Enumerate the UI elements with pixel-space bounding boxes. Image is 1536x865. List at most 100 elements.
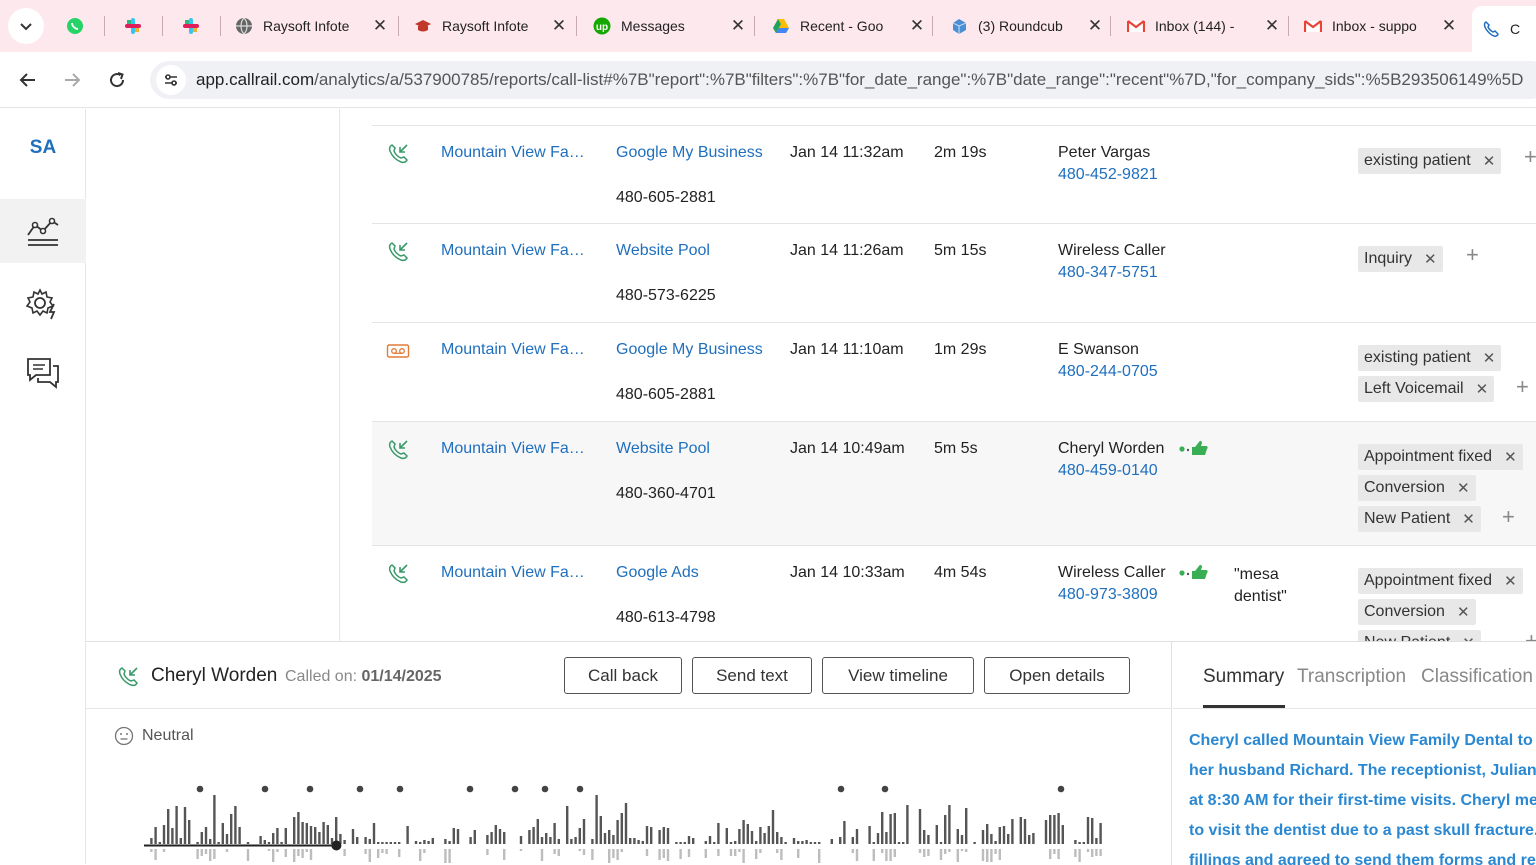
add-tag-button[interactable]: + bbox=[1502, 504, 1515, 530]
caller-phone-link[interactable]: 480-973-3809 bbox=[1058, 586, 1158, 604]
browser-tab[interactable]: Raysoft Infote ✕ bbox=[404, 8, 576, 44]
browser-tab[interactable]: up Messages ✕ bbox=[583, 8, 755, 44]
waveform-bar bbox=[150, 849, 153, 852]
waveform-bar bbox=[213, 849, 216, 859]
remove-tag-icon[interactable]: ✕ bbox=[1424, 250, 1437, 268]
address-bar[interactable]: app.callrail.com/analytics/a/537900785/r… bbox=[150, 61, 1536, 99]
speaker-marker bbox=[1057, 785, 1065, 793]
audio-waveform[interactable] bbox=[144, 782, 1114, 865]
waveform-bar bbox=[687, 849, 691, 857]
company-link[interactable]: Mountain View Fa… bbox=[441, 564, 591, 582]
remove-tag-icon[interactable]: ✕ bbox=[1462, 634, 1475, 641]
browser-tab[interactable] bbox=[54, 8, 96, 44]
add-tag-button[interactable]: + bbox=[1524, 144, 1536, 170]
add-tag-button[interactable]: + bbox=[1466, 242, 1479, 268]
reload-button[interactable] bbox=[103, 66, 131, 94]
call-date: Jan 14 11:26am bbox=[790, 242, 904, 259]
browser-tab[interactable]: Call bbox=[1472, 6, 1536, 52]
table-row[interactable]: Mountain View Fa… Google Ads 480-613-4798 J… bbox=[372, 545, 1536, 641]
remove-tag-icon[interactable]: ✕ bbox=[1457, 479, 1470, 497]
tab-separator bbox=[1288, 16, 1289, 36]
close-tab-icon[interactable]: ✕ bbox=[908, 16, 926, 35]
remove-tag-icon[interactable]: ✕ bbox=[1504, 572, 1517, 590]
open-details-button[interactable]: Open details bbox=[984, 657, 1130, 694]
tab-title: Inbox - suppo bbox=[1332, 18, 1417, 34]
table-row[interactable]: Mountain View Fa… Website Pool 480-360-470… bbox=[372, 421, 1536, 545]
tab-transcription[interactable]: Transcription bbox=[1297, 666, 1406, 688]
user-initials[interactable]: SA bbox=[0, 137, 86, 159]
playhead-handle[interactable] bbox=[331, 840, 342, 851]
thumbs-up-icon bbox=[1178, 438, 1212, 458]
speaker-marker bbox=[837, 785, 845, 793]
waveform-bar bbox=[381, 842, 384, 844]
add-tag-button[interactable]: + bbox=[1525, 628, 1536, 641]
browser-tab[interactable]: Inbox (144) - ✕ bbox=[1117, 8, 1289, 44]
call-duration: 2m 19s bbox=[934, 144, 987, 161]
forward-button[interactable] bbox=[58, 66, 86, 94]
back-button[interactable] bbox=[14, 66, 42, 94]
table-row[interactable]: Mountain View Fa… Website Pool 480-573-622… bbox=[372, 223, 1536, 322]
remove-tag-icon[interactable]: ✕ bbox=[1457, 603, 1470, 621]
sidebar-item-analytics[interactable] bbox=[0, 199, 86, 263]
tab-search-button[interactable] bbox=[8, 8, 44, 44]
browser-tab[interactable]: Recent - Goo ✕ bbox=[762, 8, 934, 44]
caller-phone-link[interactable]: 480-452-9821 bbox=[1058, 166, 1158, 184]
send-text-button[interactable]: Send text bbox=[692, 657, 812, 694]
site-info-button[interactable] bbox=[156, 65, 186, 95]
company-link[interactable]: Mountain View Fa… bbox=[441, 242, 591, 260]
remove-tag-icon[interactable]: ✕ bbox=[1462, 510, 1475, 528]
close-tab-icon[interactable]: ✕ bbox=[1440, 16, 1458, 35]
caller-phone-link[interactable]: 480-347-5751 bbox=[1058, 264, 1158, 282]
waveform-bar bbox=[729, 849, 733, 856]
tag-chip: Appointment fixed ✕ bbox=[1358, 444, 1523, 470]
waveform-bar bbox=[1057, 849, 1060, 859]
browser-tab[interactable]: Inbox - suppo ✕ bbox=[1294, 8, 1466, 44]
waveform-bar bbox=[469, 837, 472, 844]
close-tab-icon[interactable]: ✕ bbox=[1263, 16, 1281, 35]
waveform-bar bbox=[305, 849, 308, 852]
call-back-button[interactable]: Call back bbox=[564, 657, 682, 694]
remove-tag-icon[interactable]: ✕ bbox=[1483, 349, 1496, 367]
waveform-bar bbox=[965, 849, 968, 852]
waveform-bar bbox=[650, 827, 653, 844]
close-tab-icon[interactable]: ✕ bbox=[729, 16, 747, 35]
tag-label: Left Voicemail bbox=[1364, 380, 1464, 397]
caller-name: Wireless Caller bbox=[1058, 564, 1166, 581]
company-link[interactable]: Mountain View Fa… bbox=[441, 341, 591, 359]
browser-tab[interactable]: (3) Roundcub ✕ bbox=[940, 8, 1112, 44]
close-tab-icon[interactable]: ✕ bbox=[371, 16, 389, 35]
table-row[interactable]: Mountain View Fa… Google My Business 480-6… bbox=[372, 322, 1536, 421]
source-link[interactable]: Google My Business bbox=[616, 341, 763, 359]
speaker-marker bbox=[466, 785, 474, 793]
remove-tag-icon[interactable]: ✕ bbox=[1504, 448, 1517, 466]
waveform-bar bbox=[406, 826, 409, 844]
source-link[interactable]: Website Pool bbox=[616, 440, 710, 458]
add-tag-button[interactable]: + bbox=[1516, 374, 1529, 400]
remove-tag-icon[interactable]: ✕ bbox=[1476, 380, 1489, 398]
close-tab-icon[interactable]: ✕ bbox=[1086, 16, 1104, 35]
remove-tag-icon[interactable]: ✕ bbox=[1483, 152, 1496, 170]
browser-tab[interactable]: Raysoft Infote ✕ bbox=[225, 8, 397, 44]
source-link[interactable]: Google My Business bbox=[616, 144, 763, 162]
browser-tab[interactable] bbox=[112, 8, 154, 44]
source-link[interactable]: Website Pool bbox=[616, 242, 710, 260]
speaker-marker bbox=[541, 785, 549, 793]
company-link[interactable]: Mountain View Fa… bbox=[441, 144, 591, 162]
table-row[interactable]: Mountain View Fa… Google My Business 480-6… bbox=[372, 125, 1536, 223]
tab-classification[interactable]: Classification bbox=[1421, 666, 1533, 688]
caller-phone-link[interactable]: 480-244-0705 bbox=[1058, 363, 1158, 381]
waveform-bar bbox=[578, 828, 581, 844]
whatsapp-icon bbox=[66, 17, 84, 35]
tab-separator bbox=[932, 16, 933, 36]
caller-phone-link[interactable]: 480-459-0140 bbox=[1058, 462, 1158, 480]
tab-summary[interactable]: Summary bbox=[1203, 666, 1284, 688]
sidebar-item-communications[interactable] bbox=[0, 340, 86, 404]
company-link[interactable]: Mountain View Fa… bbox=[441, 440, 591, 458]
waveform-bar bbox=[784, 842, 787, 844]
browser-tab[interactable] bbox=[170, 8, 212, 44]
source-link[interactable]: Google Ads bbox=[616, 564, 699, 582]
view-timeline-button[interactable]: View timeline bbox=[822, 657, 974, 694]
close-tab-icon[interactable]: ✕ bbox=[550, 16, 568, 35]
sidebar-item-automation[interactable] bbox=[0, 272, 86, 336]
waveform-bar bbox=[876, 833, 880, 844]
